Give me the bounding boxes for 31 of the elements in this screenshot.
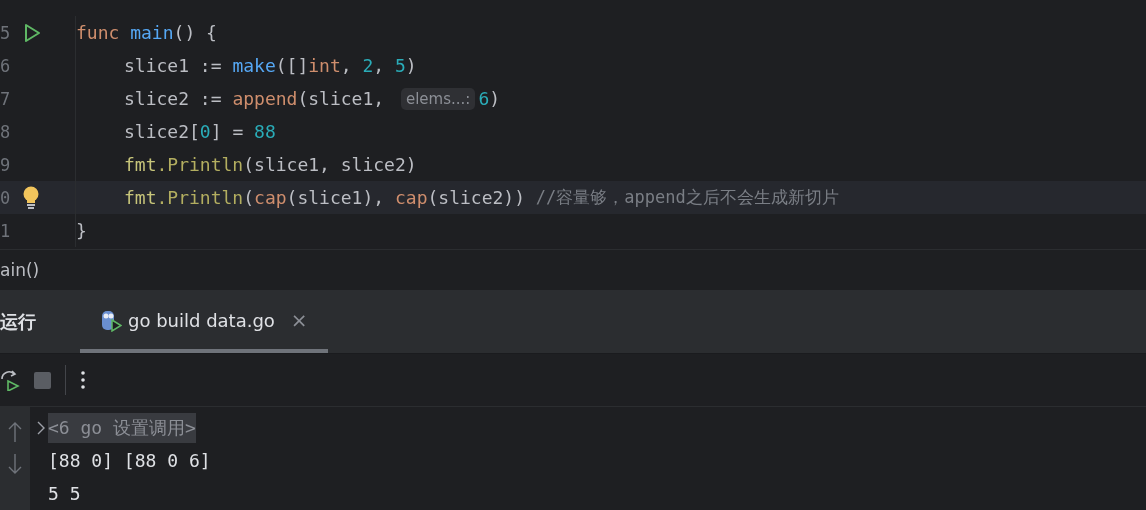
console-output: 5 5 (47, 483, 81, 504)
line-number: 5 (0, 22, 12, 43)
console-output: [88 0] [88 0 6] (47, 450, 211, 471)
scroll-down-icon[interactable] (8, 453, 22, 475)
close-button[interactable]: × (290, 308, 308, 332)
expand-icon[interactable] (36, 420, 46, 435)
line-number: 9 (0, 154, 12, 175)
stop-button[interactable] (34, 371, 51, 389)
gopher-icon (100, 308, 122, 332)
code-text: slice1 := make([]int, 2, 5) (124, 55, 417, 76)
line-number: 7 (0, 88, 12, 109)
line-number: 0 (0, 187, 12, 208)
run-icon[interactable] (22, 22, 42, 43)
lightbulb-icon[interactable] (22, 185, 40, 210)
code-text: slice2 := append(slice1, (124, 88, 386, 109)
parameter-hint: elems...: (400, 87, 476, 110)
code-text: fmt.Println(slice1, slice2) (124, 154, 417, 175)
line-number: 1 (0, 220, 12, 241)
code-text: } (76, 220, 87, 241)
line-number: 6 (0, 55, 12, 76)
code-text: slice2[0] = 88 (124, 121, 276, 142)
scroll-up-icon[interactable] (8, 421, 22, 443)
breadcrumb[interactable]: ain() (0, 260, 40, 280)
code-text: 6) (478, 88, 501, 109)
code-text: fmt.Println(cap(slice1), cap(slice2)) (124, 187, 526, 208)
line-number: 8 (0, 121, 12, 142)
more-icon[interactable] (80, 370, 86, 390)
code-comment: //容量够，append之后不会生成新切片 (535, 186, 839, 209)
panel-title: 运行 (0, 310, 36, 334)
rerun-icon[interactable] (0, 369, 20, 391)
code-text: func main() { (76, 22, 217, 43)
